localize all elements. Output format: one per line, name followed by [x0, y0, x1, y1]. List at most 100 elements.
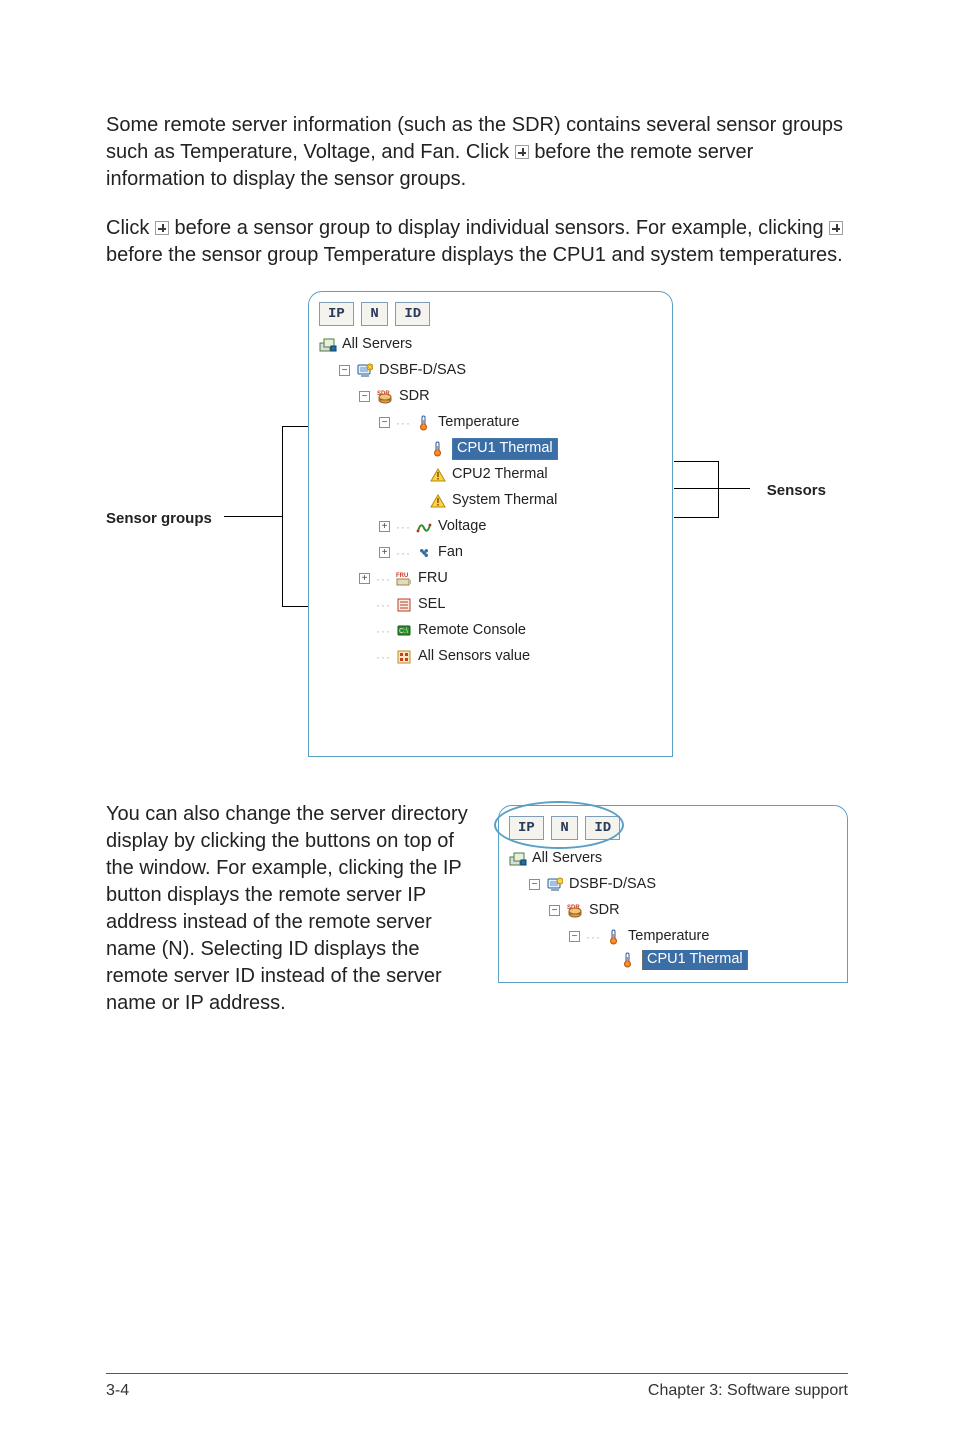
computer-icon	[546, 876, 564, 894]
connector-line	[282, 426, 283, 607]
computer-icon	[356, 362, 374, 380]
tree-label: Fan	[438, 543, 463, 563]
sdr-icon: SDR	[376, 388, 394, 406]
tree-item-fan[interactable]: + ··· Fan	[319, 540, 666, 566]
tree-label-selected: CPU1 Thermal	[452, 438, 558, 461]
tree-label: CPU2 Thermal	[452, 465, 548, 485]
tree-dots-icon: ···	[396, 545, 411, 561]
tree-dots-icon: ···	[396, 415, 411, 431]
tree-item-all-sensors[interactable]: ··· All Sensors value	[319, 644, 666, 670]
expand-plus-icon	[155, 221, 169, 235]
tree-item-sdr[interactable]: − SDR SDR	[509, 898, 841, 924]
expand-plus-icon	[515, 145, 529, 159]
para2-text-c: before the sensor group Temperature disp…	[106, 244, 843, 266]
sdr-icon: SDR	[566, 902, 584, 920]
fan-icon	[415, 544, 433, 562]
tree-root-all-servers[interactable]: All Servers	[509, 846, 841, 872]
collapse-icon[interactable]: −	[379, 417, 390, 428]
tree-label: All Servers	[532, 849, 602, 869]
tree-label: Temperature	[628, 927, 709, 947]
highlight-oval-icon	[494, 801, 624, 849]
remote-console-icon: C:\	[395, 622, 413, 640]
servers-icon	[319, 336, 337, 354]
server-tree: All Servers − DSBF-D/SAS − SDR SD	[499, 844, 847, 974]
paragraph-2: Click before a sensor group to display i…	[106, 215, 848, 269]
tree-item-server[interactable]: − DSBF-D/SAS	[509, 872, 841, 898]
thermometer-icon	[415, 414, 433, 432]
connector-line	[718, 488, 750, 489]
collapse-icon[interactable]: −	[339, 365, 350, 376]
collapse-icon[interactable]: −	[359, 391, 370, 402]
connector-line	[674, 517, 718, 518]
tree-item-remote-console[interactable]: ··· C:\ Remote Console	[319, 618, 666, 644]
tree-label: SDR	[589, 901, 620, 921]
voltage-icon	[415, 518, 433, 536]
expand-icon[interactable]: +	[379, 521, 390, 532]
footer-page-number: 3-4	[106, 1380, 129, 1402]
collapse-icon[interactable]: −	[569, 931, 580, 942]
tab-ip[interactable]: IP	[319, 302, 354, 326]
thermometer-icon	[605, 928, 623, 946]
label-sensors: Sensors	[767, 481, 826, 501]
thermometer-icon	[429, 440, 447, 458]
svg-text:C:\: C:\	[399, 628, 408, 635]
warning-icon	[429, 492, 447, 510]
tree-label-selected: CPU1 Thermal	[642, 950, 748, 970]
tree-dots-icon: ···	[376, 571, 391, 587]
collapse-icon[interactable]: −	[549, 905, 560, 916]
tab-row: IP N ID	[309, 292, 672, 330]
all-sensors-icon	[395, 648, 413, 666]
tree-label: All Sensors value	[418, 647, 530, 667]
collapse-icon[interactable]: −	[529, 879, 540, 890]
tree-dots-icon: ···	[396, 519, 411, 535]
tree-item-voltage[interactable]: + ··· Voltage	[319, 514, 666, 540]
tree-dots-icon: ···	[376, 649, 391, 665]
tree-label: System Thermal	[452, 491, 557, 511]
fru-icon: FRU	[395, 570, 413, 588]
footer-rule	[106, 1373, 848, 1374]
servers-icon	[509, 850, 527, 868]
tree-label: SEL	[418, 595, 445, 615]
tree-item-sdr[interactable]: − SDR SDR	[319, 384, 666, 410]
tree-label: Voltage	[438, 517, 486, 537]
tree-panel: IP N ID All Servers − DSBF-D/SAS	[308, 291, 673, 757]
tree-item-sel[interactable]: ··· SEL	[319, 592, 666, 618]
tree-label: SDR	[399, 387, 430, 407]
tree-item-server[interactable]: − DSBF-D/SAS	[319, 358, 666, 384]
sel-icon	[395, 596, 413, 614]
expand-icon[interactable]: +	[359, 573, 370, 584]
figure-tree-annotated: Sensor groups Sensors IP N ID All Server…	[106, 291, 848, 761]
expand-icon[interactable]: +	[379, 547, 390, 558]
tree-item-cpu1-thermal[interactable]: CPU1 Thermal	[319, 436, 666, 462]
thermometer-icon	[619, 951, 637, 969]
para2-text-a: Click	[106, 217, 155, 239]
footer-chapter: Chapter 3: Software support	[648, 1380, 848, 1402]
tree-label: All Servers	[342, 335, 412, 355]
paragraph-3: You can also change the server directory…	[106, 801, 470, 1017]
tree-label: DSBF-D/SAS	[379, 361, 466, 381]
page-footer: 3-4 Chapter 3: Software support	[106, 1380, 848, 1402]
tree-item-cpu2-thermal[interactable]: CPU2 Thermal	[319, 462, 666, 488]
tab-id[interactable]: ID	[395, 302, 430, 326]
tree-dots-icon: ···	[586, 929, 601, 945]
server-tree: All Servers − DSBF-D/SAS − SDR SDR	[309, 330, 672, 674]
tree-item-system-thermal[interactable]: System Thermal	[319, 488, 666, 514]
connector-line	[674, 461, 718, 462]
tree-label: Temperature	[438, 413, 519, 433]
tree-label: FRU	[418, 569, 448, 589]
label-sensor-groups: Sensor groups	[106, 509, 212, 529]
connector-line	[718, 461, 719, 518]
connector-line	[224, 516, 282, 517]
svg-text:FRU: FRU	[396, 573, 408, 579]
warning-icon	[429, 466, 447, 484]
paragraph-1: Some remote server information (such as …	[106, 112, 848, 193]
tab-n[interactable]: N	[361, 302, 387, 326]
tree-item-cpu1-thermal[interactable]: CPU1 Thermal	[509, 950, 841, 970]
figure-tree-small: IP N ID All Servers − DSBF-D/SAS	[494, 801, 848, 983]
connector-line	[674, 488, 718, 489]
tree-root-all-servers[interactable]: All Servers	[319, 332, 666, 358]
expand-plus-icon	[829, 221, 843, 235]
tree-label: Remote Console	[418, 621, 526, 641]
tree-item-fru[interactable]: + ··· FRU FRU	[319, 566, 666, 592]
tree-item-temperature[interactable]: − ··· Temperature	[319, 410, 666, 436]
